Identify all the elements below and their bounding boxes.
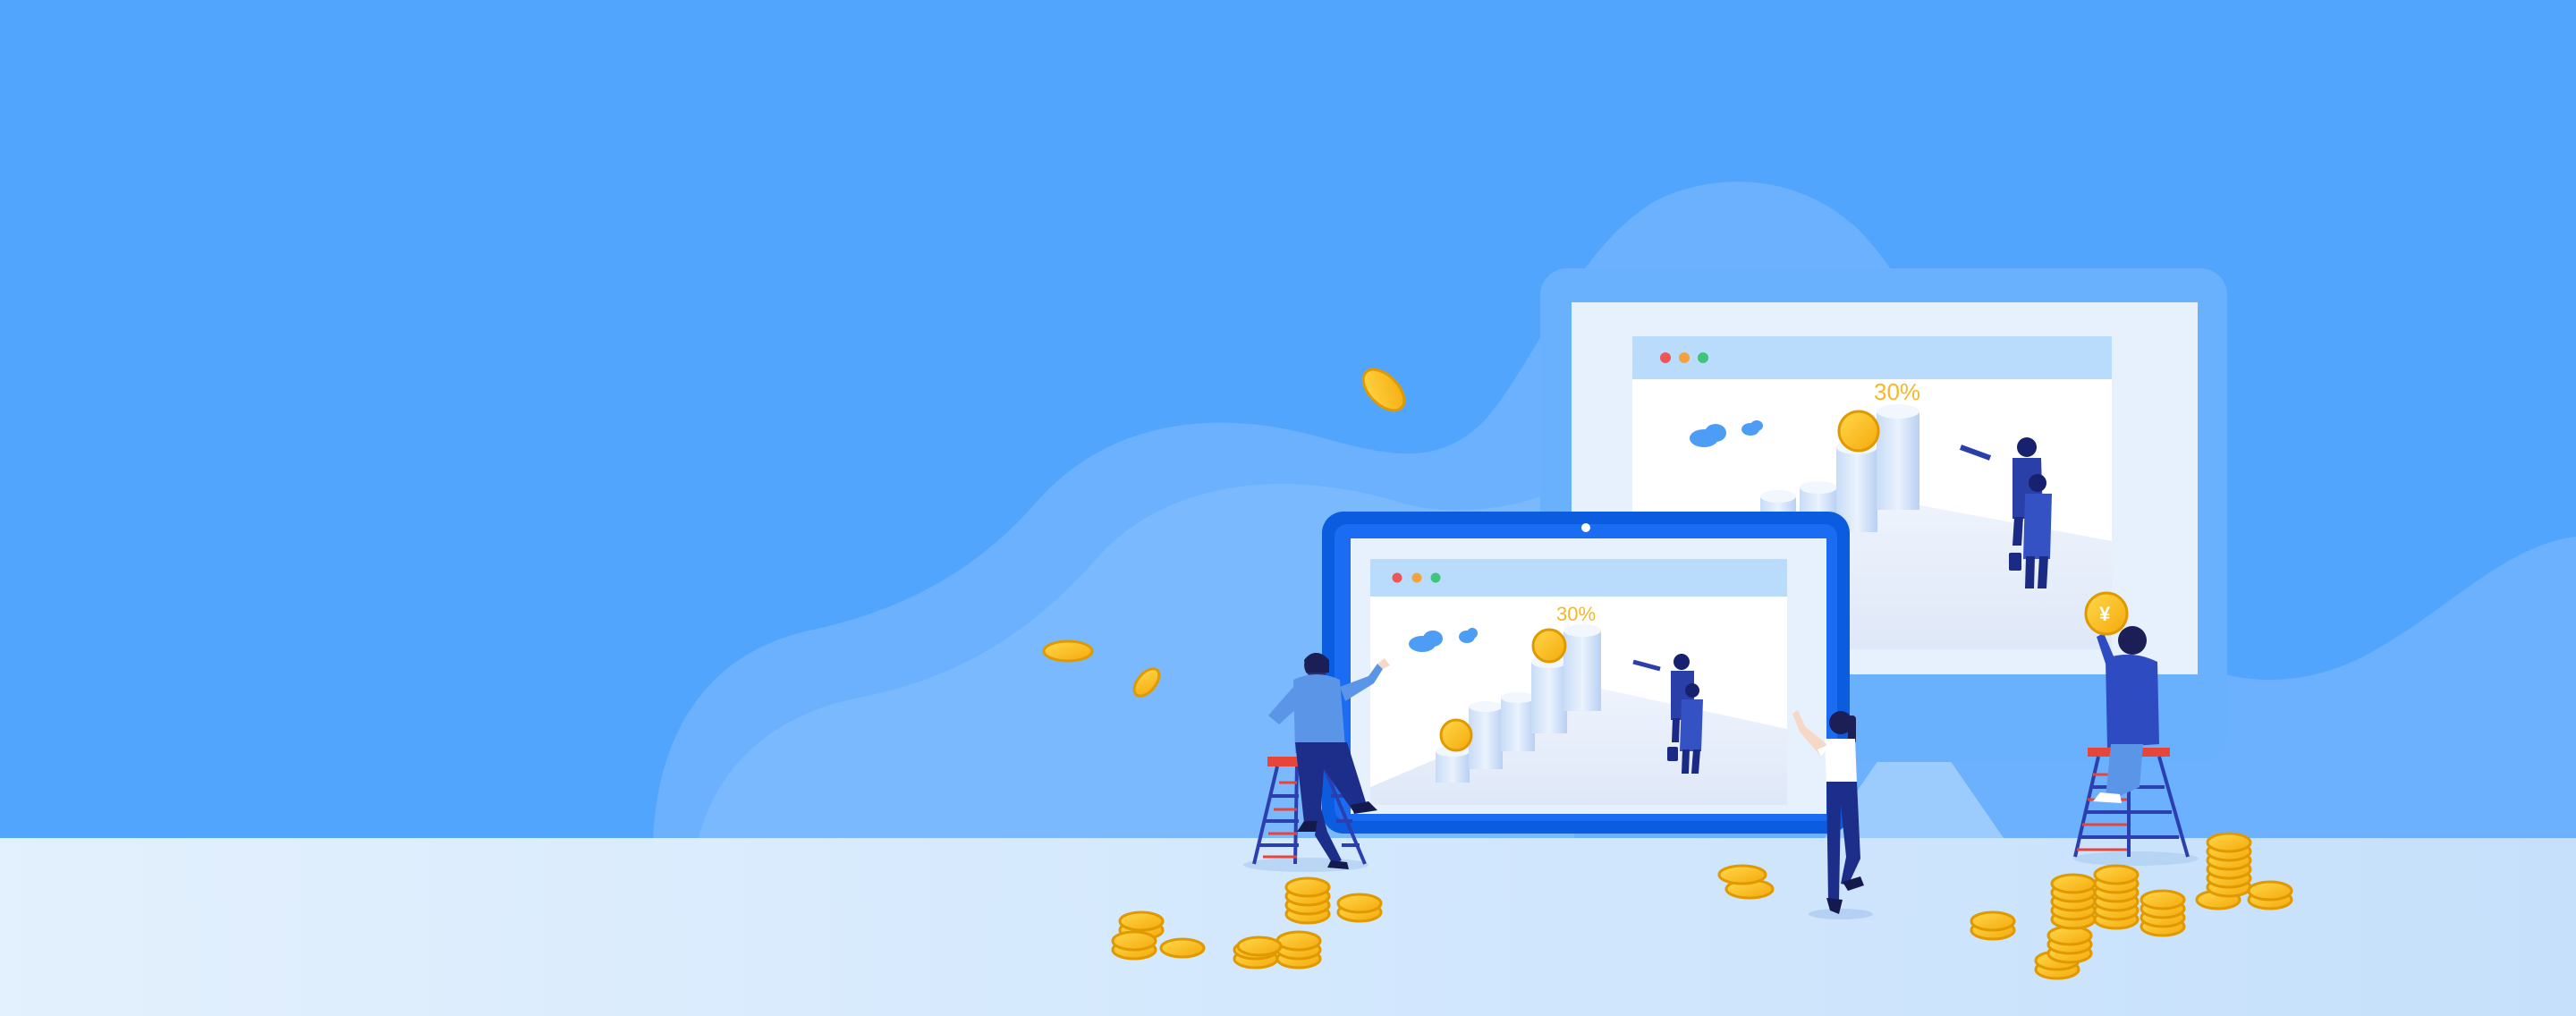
coin-icon [1042, 639, 1094, 663]
yen-symbol: ¥ [2099, 603, 2111, 625]
tablet: 30% [1322, 512, 1850, 834]
chart-percent-label: 30% [1874, 378, 1920, 405]
window-close-dot [1392, 572, 1402, 583]
coin-icon [1361, 368, 1406, 412]
window-maximize-dot [1430, 572, 1441, 583]
coin-icon [1439, 718, 1473, 752]
window-minimize-dot [1679, 352, 1690, 363]
tablet-camera [1581, 523, 1590, 532]
coin-icon [1531, 628, 1567, 664]
hero-illustration: 30% 30% ¥ [0, 182, 2576, 1016]
window-close-dot [1660, 352, 1671, 363]
coin-icon [1837, 410, 1880, 453]
window-maximize-dot [1698, 352, 1708, 363]
chart-percent-label: 30% [1556, 603, 1596, 625]
window-minimize-dot [1411, 572, 1422, 583]
